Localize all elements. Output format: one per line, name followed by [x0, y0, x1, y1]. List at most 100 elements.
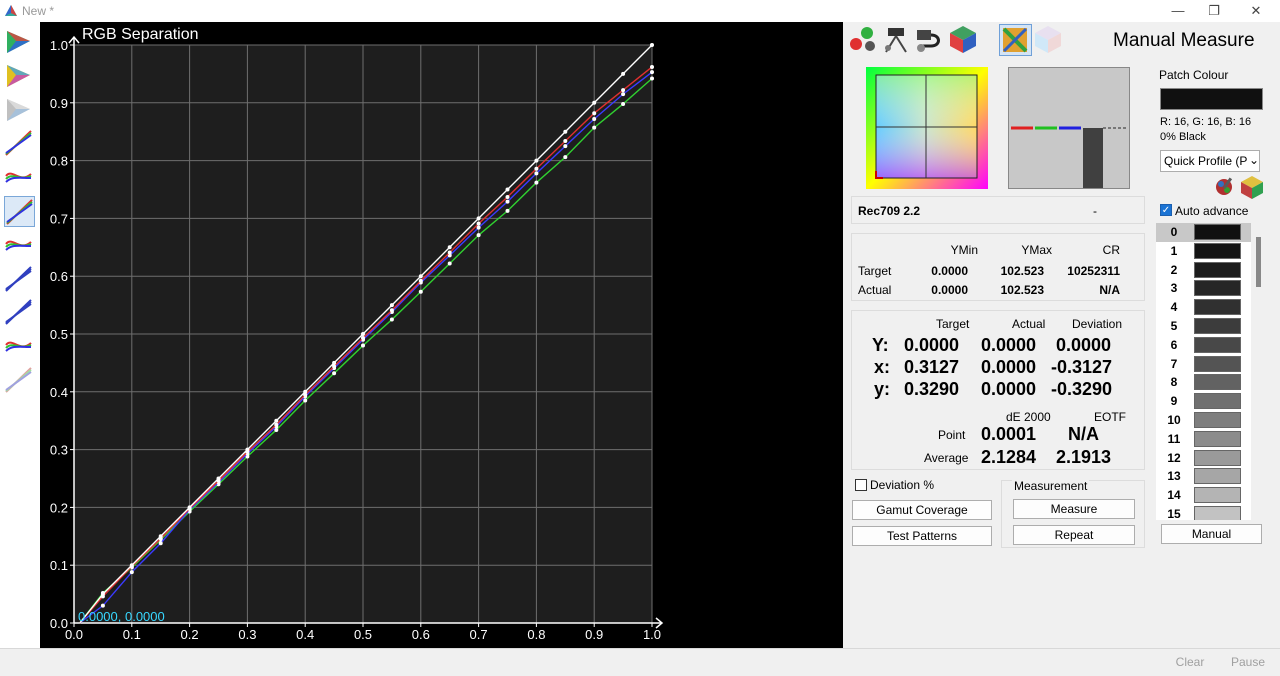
color-gradient-picker[interactable]: [866, 67, 988, 189]
data-point: [216, 476, 221, 481]
left-tool-2[interactable]: [4, 95, 35, 126]
left-tool-5[interactable]: [4, 196, 35, 227]
patch-swatch: [1194, 355, 1241, 372]
patch-row[interactable]: 14: [1156, 486, 1251, 505]
rgb-separation-icon: [6, 199, 33, 225]
deviation-pct-label: Deviation %: [870, 478, 935, 492]
Y-deviation: 0.0000: [1056, 335, 1112, 355]
left-tool-10[interactable]: [4, 365, 35, 396]
header-cr: CR: [1102, 243, 1120, 257]
target-ymax: 102.523: [1000, 264, 1044, 278]
data-point: [563, 155, 568, 160]
data-point: [476, 216, 481, 221]
point-label: Point: [938, 428, 966, 442]
y-tick-label: 0.2: [50, 500, 68, 515]
palette-icon[interactable]: [1212, 175, 1236, 199]
gamut-coverage-button[interactable]: Gamut Coverage: [852, 500, 992, 520]
toolbar-gamut-cube-button[interactable]: [1033, 24, 1066, 56]
patch-row[interactable]: 11: [1156, 430, 1251, 449]
minimize-button[interactable]: —: [1158, 0, 1198, 22]
header-ymin: YMin: [950, 243, 978, 257]
patch-row[interactable]: 8: [1156, 373, 1251, 392]
left-tool-8[interactable]: [4, 297, 35, 328]
colour-space-name: Rec709 2.2: [858, 204, 921, 218]
left-tool-4[interactable]: [4, 162, 35, 193]
data-point: [650, 70, 654, 75]
patch-list[interactable]: 0 1 2 3 4 5 6 7 8 9 10 11 12 13 14 15: [1156, 223, 1251, 520]
x-tick-label: 0.1: [123, 627, 141, 642]
patch-swatch: [1194, 449, 1241, 466]
x-tick-label: 0.5: [354, 627, 372, 642]
left-tool-7[interactable]: [4, 264, 35, 295]
chart-svg: 0.0 0.1 0.2 0.3 0.4 0.5 0.6 0.7 0.8 0.9 1.00.00.10…: [50, 26, 664, 642]
spectrum-icon: [5, 367, 32, 393]
summary-table: YMin YMax CR Target 0.0000 102.523 10252…: [851, 233, 1145, 301]
y-tick-label: 0.0: [50, 616, 68, 631]
target-label: Target: [858, 264, 892, 278]
data-point: [621, 101, 626, 106]
data-point: [534, 171, 539, 176]
profile-select-value: Quick Profile (P: [1164, 154, 1248, 168]
Y-actual: 0.0000: [981, 335, 1037, 355]
rgb-balance-icon: [5, 130, 32, 157]
patch-colour-swatch: [1160, 88, 1263, 110]
patch-row[interactable]: 15: [1156, 505, 1251, 520]
x-tick-label: 0.4: [296, 627, 314, 642]
chromaticity-picker[interactable]: [866, 67, 988, 189]
left-tool-9[interactable]: [4, 331, 35, 362]
pause-button[interactable]: Pause: [1222, 654, 1274, 672]
patch-number: 7: [1170, 356, 1178, 371]
toolbar-probe-button[interactable]: [847, 24, 880, 56]
patch-row[interactable]: 4: [1156, 298, 1251, 317]
luminance-icon: [5, 299, 32, 326]
y-deviation: -0.3290: [1051, 379, 1113, 399]
left-tool-0[interactable]: [4, 27, 35, 58]
patch-row[interactable]: 7: [1156, 355, 1251, 374]
clear-button[interactable]: Clear: [1164, 654, 1216, 672]
patch-row[interactable]: 3: [1156, 279, 1251, 298]
profile-select[interactable]: Quick Profile (P ⌄: [1160, 150, 1260, 172]
maximize-button[interactable]: ❐: [1194, 0, 1234, 22]
measure-button[interactable]: Measure: [1013, 499, 1135, 519]
toolbar-tripod-button[interactable]: [880, 24, 913, 56]
patch-row[interactable]: 6: [1156, 336, 1251, 355]
patch-number: 8: [1170, 375, 1178, 390]
app-logo-icon: [5, 5, 17, 16]
toolbar-pattern-button[interactable]: [999, 24, 1032, 56]
data-point: [592, 100, 597, 105]
manual-measure-panel: Manual Measure Patch Colour R: 16, G: 16…: [843, 22, 1280, 648]
left-tool-6[interactable]: [4, 230, 35, 261]
data-point: [621, 88, 626, 93]
data-point: [274, 422, 279, 427]
patch-row[interactable]: 10: [1156, 411, 1251, 430]
left-tool-1[interactable]: [4, 61, 35, 92]
test-patterns-button[interactable]: Test Patterns: [852, 526, 992, 546]
deviation-pct-checkbox[interactable]: [855, 479, 867, 491]
left-tool-3[interactable]: [4, 128, 35, 159]
patch-number: 10: [1167, 413, 1181, 427]
color-cube-icon[interactable]: [1239, 174, 1265, 200]
scrollbar-thumb[interactable]: [1256, 237, 1261, 287]
data-point: [158, 541, 163, 546]
data-point: [447, 261, 452, 266]
patch-row[interactable]: 2: [1156, 261, 1251, 280]
y-actual: 0.0000: [981, 379, 1037, 399]
close-button[interactable]: ✕: [1236, 0, 1276, 22]
patch-row[interactable]: 5: [1156, 317, 1251, 336]
repeat-button[interactable]: Repeat: [1013, 525, 1135, 545]
auto-advance-checkbox[interactable]: ✓: [1160, 204, 1172, 216]
toolbar-cube-button[interactable]: [948, 24, 981, 56]
patch-row[interactable]: 1: [1156, 242, 1251, 261]
y-tick-label: 0.5: [50, 327, 68, 342]
manual-button[interactable]: Manual: [1161, 524, 1262, 544]
patch-list-scrollbar[interactable]: [1255, 223, 1262, 520]
patch-row[interactable]: 9: [1156, 392, 1251, 411]
data-point: [534, 166, 539, 171]
toolbar-sensor-button[interactable]: [913, 24, 946, 56]
patch-number: 5: [1170, 319, 1178, 333]
data-point: [332, 360, 337, 365]
patch-row[interactable]: 0: [1156, 223, 1251, 242]
patch-row[interactable]: 12: [1156, 449, 1251, 468]
data-point: [332, 371, 337, 376]
patch-row[interactable]: 13: [1156, 467, 1251, 486]
